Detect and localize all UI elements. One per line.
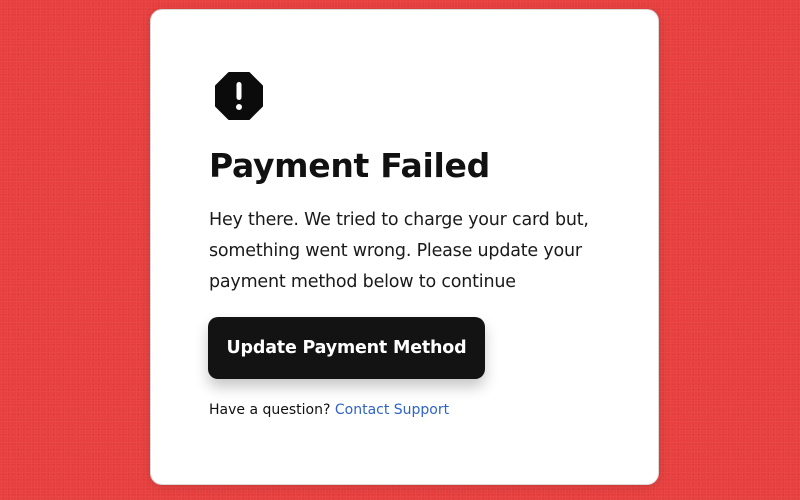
update-payment-method-button[interactable]: Update Payment Method bbox=[208, 317, 485, 379]
contact-support-link[interactable]: Contact Support bbox=[335, 402, 449, 418]
page-title: Payment Failed bbox=[209, 146, 490, 185]
help-row: Have a question? Contact Support bbox=[209, 402, 449, 418]
error-message: Hey there. We tried to charge your card … bbox=[209, 210, 589, 292]
payment-failed-card: Payment Failed Hey there. We tried to ch… bbox=[150, 9, 659, 485]
help-text: Have a question? bbox=[209, 402, 331, 418]
alert-octagon-icon bbox=[215, 72, 263, 120]
